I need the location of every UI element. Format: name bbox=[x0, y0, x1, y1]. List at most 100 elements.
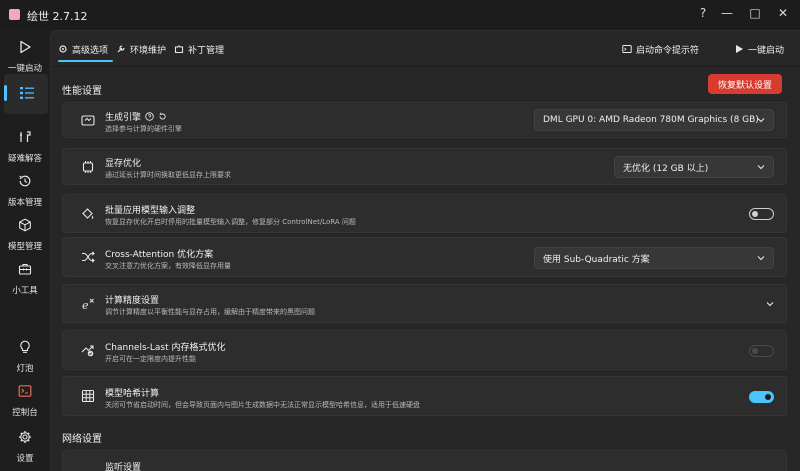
sidebar-item-label: 灯泡 bbox=[16, 364, 34, 374]
model-hash-description: 关闭可节省启动时间，但会导致页面内与图片生成数据中无法正常显示模型哈希信息，适用… bbox=[105, 401, 420, 409]
sidebar-item-models[interactable]: 模型管理 bbox=[0, 214, 50, 258]
performance-section-title: 性能设置 bbox=[62, 86, 102, 97]
sidebar-item-troubleshoot[interactable]: 疑难解答 bbox=[0, 126, 50, 170]
exponent-icon: e bbox=[82, 298, 94, 311]
precision-title: 计算精度设置 bbox=[105, 296, 160, 306]
help-button[interactable]: ? bbox=[694, 4, 712, 22]
engine-title: 生成引擎 bbox=[105, 113, 142, 123]
toolbox-icon bbox=[18, 263, 32, 275]
cross-attention-select[interactable]: 使用 Sub-Quadratic 方案 bbox=[534, 247, 774, 269]
chevron-down-icon[interactable] bbox=[766, 301, 774, 307]
toggle-knob bbox=[752, 211, 758, 217]
sidebar-item-settings[interactable]: 设置 bbox=[0, 426, 50, 470]
console-icon bbox=[18, 385, 32, 397]
wrench-icon bbox=[20, 131, 31, 142]
sidebar-item-console[interactable]: 控制台 bbox=[0, 380, 50, 424]
model-hash-toggle[interactable] bbox=[749, 391, 774, 403]
launch-prompt-button[interactable]: 启动命令提示符 bbox=[622, 41, 699, 57]
vram-select-value: 无优化 (12 GB 以上) bbox=[623, 163, 709, 174]
engine-select-value: DML GPU 0: AMD Radeon 780M Graphics (8 G… bbox=[543, 115, 759, 125]
channels-last-toggle[interactable] bbox=[749, 345, 774, 357]
list-icon bbox=[20, 87, 34, 99]
network-section-title: 网络设置 bbox=[62, 434, 102, 445]
sidebar-item-label: 模型管理 bbox=[7, 242, 42, 252]
help-icon[interactable] bbox=[145, 112, 154, 121]
shuffle-icon bbox=[82, 251, 95, 263]
button-label: 一键启动 bbox=[748, 45, 785, 56]
trend-check-icon bbox=[81, 345, 94, 357]
play-icon bbox=[20, 40, 31, 54]
batch-toggle[interactable] bbox=[749, 208, 774, 220]
model-hash-title: 模型哈希计算 bbox=[105, 389, 160, 399]
terminal-icon bbox=[622, 45, 632, 53]
channels-last-title: Channels-Last 内存格式优化 bbox=[105, 343, 226, 353]
cross-attention-select-value: 使用 Sub-Quadratic 方案 bbox=[543, 254, 650, 265]
tab-label: 环境维护 bbox=[130, 45, 167, 56]
cross-attention-title: Cross-Attention 优化方案 bbox=[105, 250, 214, 260]
chevron-down-icon bbox=[757, 165, 765, 170]
sidebar: 一键启动 疑难解答 版本管理 模型管理 小工具 灯泡 控制台 设置 bbox=[0, 30, 50, 471]
title-bar: 绘世 2.7.12 ? — □ ✕ bbox=[0, 0, 800, 30]
toggle-knob bbox=[765, 394, 771, 400]
listen-settings-card[interactable]: 监听设置 bbox=[62, 450, 787, 471]
sidebar-item-lightbulb[interactable]: 灯泡 bbox=[0, 336, 50, 380]
button-label: 启动命令提示符 bbox=[636, 45, 700, 56]
engine-select[interactable]: DML GPU 0: AMD Radeon 780M Graphics (8 G… bbox=[534, 109, 774, 131]
sidebar-item-label: 版本管理 bbox=[7, 198, 42, 208]
cross-attention-description: 交叉注意力优化方案，有效降低显存用量 bbox=[105, 262, 231, 270]
tab-advanced[interactable]: 高级选项 bbox=[58, 41, 108, 57]
channels-last-description: 开启可在一定限度内提升性能 bbox=[105, 355, 196, 363]
tab-label: 高级选项 bbox=[72, 45, 109, 56]
minimize-button[interactable]: — bbox=[718, 4, 736, 22]
sidebar-item-label: 控制台 bbox=[12, 408, 38, 418]
tab-patches[interactable]: 补丁管理 bbox=[174, 41, 224, 57]
active-indicator bbox=[4, 85, 7, 101]
model-hash-card: 模型哈希计算 关闭可节省启动时间，但会导致页面内与图片生成数据中无法正常显示模型… bbox=[62, 376, 787, 416]
gear-icon bbox=[59, 45, 67, 53]
batch-adjust-card: 批量应用模型输入调整 恢复显存优化开启时停用的批量模型输入调整，修复部分 Con… bbox=[62, 194, 787, 233]
sidebar-item-label: 小工具 bbox=[12, 286, 38, 296]
precision-description: 调节计算精度以平衡性能与显存占用，缓解由于精度带来的黑图问题 bbox=[105, 308, 315, 316]
chevron-down-icon bbox=[757, 118, 765, 123]
close-button[interactable]: ✕ bbox=[774, 4, 792, 22]
lightbulb-icon bbox=[20, 340, 30, 353]
tab-label: 补丁管理 bbox=[188, 45, 225, 56]
history-icon bbox=[19, 175, 31, 187]
svg-text:e: e bbox=[82, 299, 89, 311]
reset-defaults-button[interactable]: 恢复默认设置 bbox=[708, 74, 782, 94]
toggle-knob bbox=[752, 348, 758, 354]
play-icon bbox=[736, 45, 743, 53]
active-tab-indicator bbox=[58, 60, 113, 62]
table-icon bbox=[81, 389, 95, 403]
app-logo-icon bbox=[9, 9, 20, 20]
engine-title-row: 生成引擎 bbox=[105, 110, 167, 123]
sidebar-item-advanced[interactable] bbox=[4, 74, 48, 114]
refresh-icon[interactable] bbox=[158, 112, 167, 121]
engine-card: 生成引擎 选择参与计算的硬件引擎 DML GPU 0: AMD Radeon 7… bbox=[62, 102, 787, 138]
channels-last-card: Channels-Last 内存格式优化 开启可在一定限度内提升性能 bbox=[62, 330, 787, 370]
main-panel: 高级选项 环境维护 补丁管理 启动命令提示符 一键启动 性能设置 恢复默认设置 … bbox=[50, 30, 800, 471]
batch-description: 恢复显存优化开启时停用的批量模型输入调整，修复部分 ControlNet/LoR… bbox=[105, 218, 356, 226]
wrench-icon bbox=[117, 45, 125, 53]
precision-card[interactable]: e 计算精度设置 调节计算精度以平衡性能与显存占用，缓解由于精度带来的黑图问题 bbox=[62, 284, 787, 323]
tab-environment[interactable]: 环境维护 bbox=[116, 41, 166, 57]
tabs-divider bbox=[51, 66, 800, 67]
memory-chip-icon bbox=[82, 160, 94, 173]
chevron-down-icon bbox=[757, 256, 765, 261]
batch-title: 批量应用模型输入调整 bbox=[105, 206, 196, 216]
paint-bucket-icon bbox=[82, 207, 94, 219]
sidebar-item-versions[interactable]: 版本管理 bbox=[0, 170, 50, 214]
sidebar-item-tools[interactable]: 小工具 bbox=[0, 258, 50, 302]
gear-icon bbox=[19, 431, 31, 443]
one-click-launch-button[interactable]: 一键启动 bbox=[734, 41, 784, 57]
vram-description: 通过延长计算时间换取更低显存上限要求 bbox=[105, 171, 231, 179]
vram-select[interactable]: 无优化 (12 GB 以上) bbox=[614, 156, 774, 178]
sidebar-item-label: 疑难解答 bbox=[7, 154, 42, 164]
engine-icon bbox=[81, 115, 95, 126]
maximize-button[interactable]: □ bbox=[746, 4, 764, 22]
engine-description: 选择参与计算的硬件引擎 bbox=[105, 125, 182, 133]
vram-card: 显存优化 通过延长计算时间换取更低显存上限要求 无优化 (12 GB 以上) bbox=[62, 148, 787, 185]
window-title: 绘世 2.7.12 bbox=[27, 10, 88, 23]
cube-icon bbox=[19, 218, 31, 232]
listen-settings-title: 监听设置 bbox=[105, 463, 142, 471]
